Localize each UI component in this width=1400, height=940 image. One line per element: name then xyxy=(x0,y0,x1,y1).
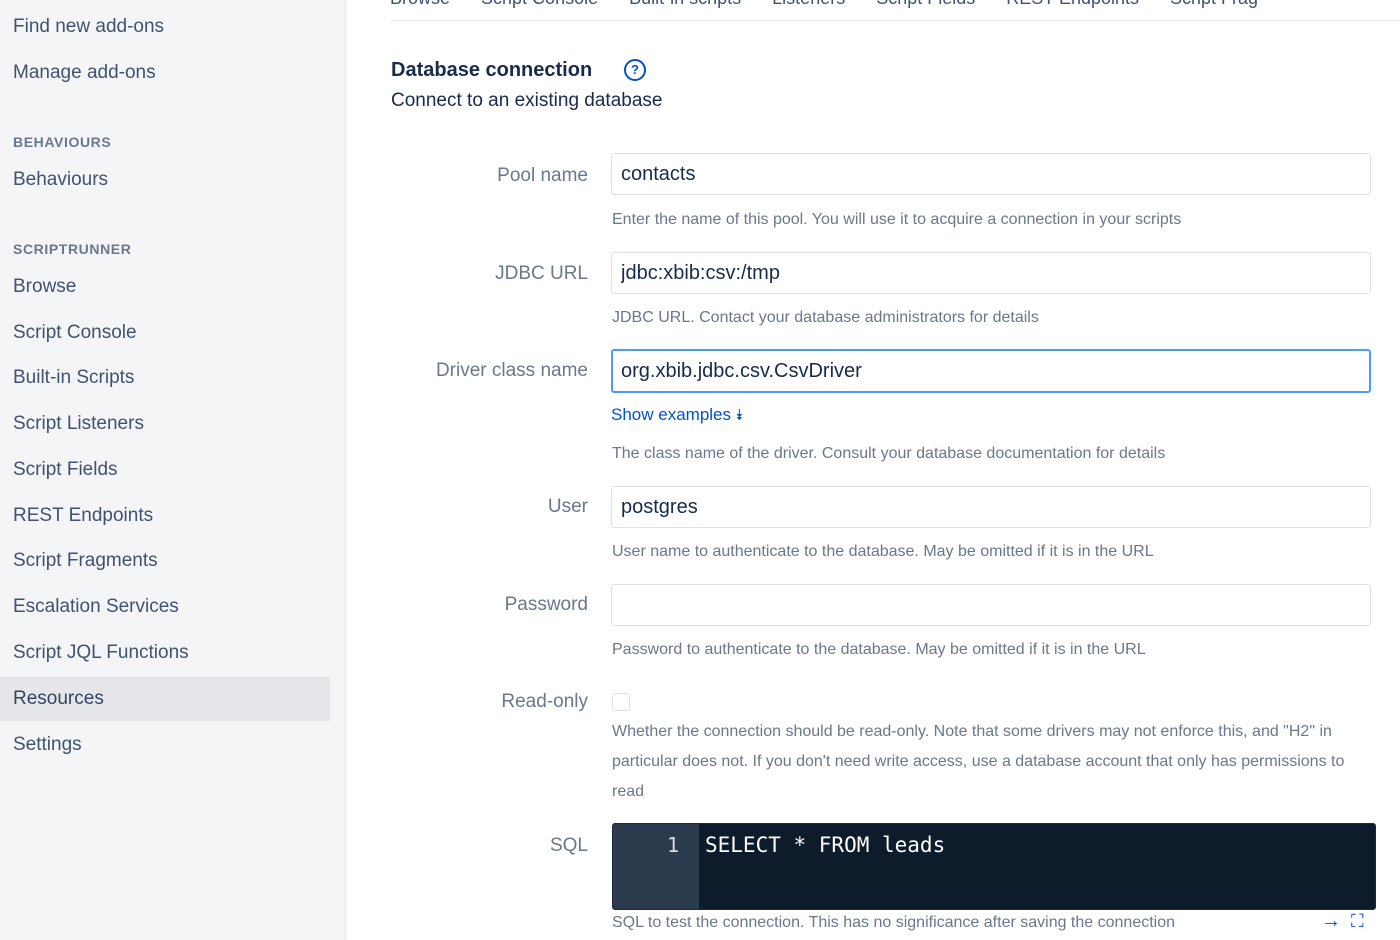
sidebar-heading-scriptrunner: SCRIPTRUNNER xyxy=(13,241,132,257)
read-only-checkbox[interactable] xyxy=(612,693,630,711)
user-input[interactable] xyxy=(611,486,1371,528)
tab-browse[interactable]: Browse xyxy=(390,0,450,8)
tabs-divider xyxy=(390,20,1400,21)
sql-hint: SQL to test the connection. This has no … xyxy=(612,914,1176,931)
sidebar-item-script-fragments[interactable]: Script Fragments xyxy=(13,550,158,572)
sidebar-item-settings[interactable]: Settings xyxy=(13,734,82,756)
tab-rest-endpoints[interactable]: REST Endpoints xyxy=(1006,0,1139,8)
jdbc-url-input[interactable] xyxy=(611,252,1371,294)
tab-script-fragments[interactable]: Script Frag xyxy=(1170,0,1258,8)
sidebar-item-script-fields[interactable]: Script Fields xyxy=(13,459,118,481)
arrow-right-icon[interactable]: → xyxy=(1321,910,1341,933)
sidebar-item-find-new-add-ons[interactable]: Find new add-ons xyxy=(13,16,164,38)
show-examples-link[interactable]: Show examples ⯯ xyxy=(611,405,744,425)
password-input[interactable] xyxy=(611,584,1371,626)
fullscreen-icon[interactable]: ⛶ xyxy=(1351,911,1364,932)
password-hint: Password to authenticate to the database… xyxy=(612,641,1146,658)
sidebar-item-rest-endpoints[interactable]: REST Endpoints xyxy=(13,505,153,527)
sidebar-item-behaviours[interactable]: Behaviours xyxy=(13,169,108,191)
password-label: Password xyxy=(504,594,588,615)
sidebar-heading-behaviours: BEHAVIOURS xyxy=(13,134,112,150)
double-chevron-down-icon: ⯯ xyxy=(735,407,745,424)
driver-class-hint: The class name of the driver. Consult yo… xyxy=(612,445,1166,462)
sidebar: Find new add-ons Manage add-ons BEHAVIOU… xyxy=(0,0,346,940)
editor-gutter: 1 xyxy=(613,824,699,909)
read-only-hint: Whether the connection should be read-on… xyxy=(612,723,1345,800)
sidebar-item-script-jql-functions[interactable]: Script JQL Functions xyxy=(13,642,189,664)
sidebar-item-escalation-services[interactable]: Escalation Services xyxy=(13,596,179,618)
page-title: Database connection xyxy=(391,59,593,81)
sidebar-item-script-console[interactable]: Script Console xyxy=(13,322,137,344)
sql-code[interactable]: SELECT * FROM leads xyxy=(705,833,945,857)
jdbc-url-label: JDBC URL xyxy=(495,263,588,284)
top-tabs: Browse Script Console Built-in scripts L… xyxy=(390,0,1284,14)
question-circle-icon[interactable]: ? xyxy=(624,59,646,81)
sidebar-item-resources[interactable]: Resources xyxy=(13,688,104,710)
main-content: Browse Script Console Built-in scripts L… xyxy=(346,0,1400,940)
user-label: User xyxy=(547,496,588,517)
sql-editor[interactable]: 1 SELECT * FROM leads xyxy=(612,823,1376,910)
tab-script-fields[interactable]: Script Fields xyxy=(876,0,975,8)
pool-name-hint: Enter the name of this pool. You will us… xyxy=(612,211,1182,228)
tab-listeners[interactable]: Listeners xyxy=(772,0,845,8)
pool-name-input[interactable] xyxy=(611,153,1371,195)
sidebar-item-built-in-scripts[interactable]: Built-in Scripts xyxy=(13,367,134,389)
tab-built-in-scripts[interactable]: Built-in scripts xyxy=(629,0,741,8)
show-examples-label: Show examples xyxy=(611,405,732,424)
line-number: 1 xyxy=(666,833,679,857)
pool-name-label: Pool name xyxy=(497,165,588,186)
tab-script-console[interactable]: Script Console xyxy=(481,0,598,8)
sql-label: SQL xyxy=(549,835,588,856)
sidebar-item-manage-add-ons[interactable]: Manage add-ons xyxy=(13,62,156,84)
user-hint: User name to authenticate to the databas… xyxy=(612,543,1154,560)
page-description: Connect to an existing database xyxy=(391,90,663,111)
driver-class-input[interactable] xyxy=(611,349,1371,393)
sidebar-item-script-listeners[interactable]: Script Listeners xyxy=(13,413,144,435)
sidebar-item-browse[interactable]: Browse xyxy=(13,276,76,298)
jdbc-url-hint: JDBC URL. Contact your database administ… xyxy=(612,309,1039,326)
read-only-label: Read-only xyxy=(501,691,588,712)
driver-class-label: Driver class name xyxy=(435,360,588,381)
